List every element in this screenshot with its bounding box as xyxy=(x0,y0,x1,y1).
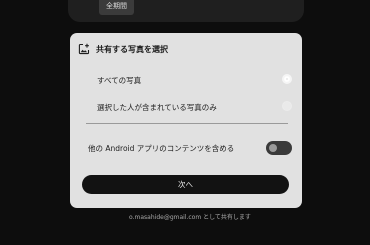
option-label: 選択した人が含まれている写真のみ xyxy=(97,103,217,112)
divider xyxy=(86,123,288,124)
include-other-apps-row[interactable]: 他の Android アプリのコンテンツを含める xyxy=(70,139,302,159)
option-label: すべての写真 xyxy=(97,76,142,85)
share-as-account-text: o.masahide@gmail.com として共有します xyxy=(129,214,251,221)
radio-selected[interactable] xyxy=(282,74,292,84)
sheet-header: 共有する写真を選択 xyxy=(78,43,168,55)
toggle-label: 他の Android アプリのコンテンツを含める xyxy=(88,144,235,153)
option-all-photos[interactable]: すべての写真 xyxy=(70,70,302,90)
toggle-knob xyxy=(269,144,277,152)
sheet-title: 共有する写真を選択 xyxy=(96,44,168,54)
share-sheet: 共有する写真を選択 すべての写真 選択した人が含まれている写真のみ 他の And… xyxy=(70,33,302,208)
option-selected-people-only[interactable]: 選択した人が含まれている写真のみ xyxy=(70,97,302,117)
include-other-apps-toggle[interactable] xyxy=(266,141,292,155)
add-photo-icon xyxy=(78,43,90,55)
next-button[interactable]: 次へ xyxy=(82,175,289,194)
radio-unselected[interactable] xyxy=(282,101,292,111)
period-chip[interactable]: 全期間 xyxy=(99,0,134,15)
